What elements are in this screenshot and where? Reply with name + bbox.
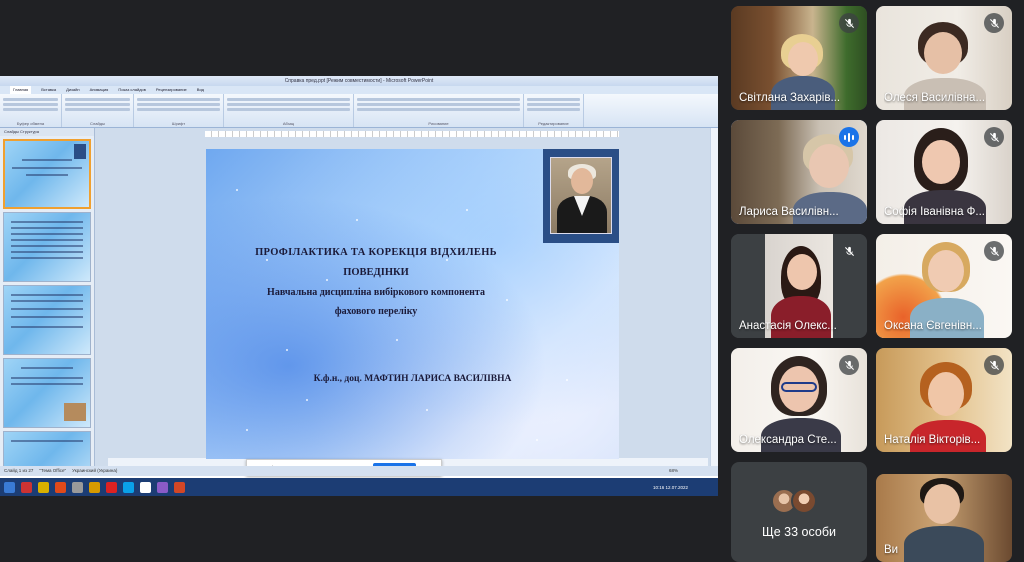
status-language: Украинский (Украина): [72, 468, 118, 473]
ribbon-group-editing[interactable]: Редактирование: [524, 94, 584, 127]
more-participants-avatars: [771, 488, 817, 514]
opera-icon[interactable]: [106, 481, 117, 493]
participant-name: Світлана Захарів...: [739, 92, 841, 104]
author-portrait: [543, 149, 619, 243]
powerpoint-icon[interactable]: [174, 481, 185, 493]
slide-subtitle-line2: фахового переліку: [334, 306, 418, 317]
slide-thumbnail[interactable]: [3, 358, 91, 428]
powerpoint-title-bar: Справка пред.ppt [Режим совместимости] -…: [0, 76, 718, 86]
status-theme: "Тема Office": [39, 468, 67, 473]
self-view-tile[interactable]: Ви: [876, 474, 1012, 562]
powerpoint-status-bar: Слайд 1 из 27 "Тема Office" Украинский (…: [0, 466, 718, 476]
participant-tile[interactable]: Світлана Захарів...: [731, 6, 867, 110]
ribbon-group-clipboard[interactable]: Буфер обмена: [0, 94, 62, 127]
participant-tile[interactable]: Анастасія Олекс...: [731, 234, 867, 338]
mic-muted-icon: [984, 13, 1004, 33]
status-zoom[interactable]: 68%: [669, 466, 718, 476]
slide-author: К.ф.н., доц. МАФТИН ЛАРИСА ВАСИЛІВНА: [313, 374, 512, 384]
ribbon-group-drawing[interactable]: Рисование: [354, 94, 524, 127]
participant-tile[interactable]: Оксана Євгенівн...: [876, 234, 1012, 338]
speaking-indicator-icon: [839, 127, 859, 147]
chrome-icon[interactable]: [140, 481, 151, 493]
mic-muted-icon: [984, 355, 1004, 375]
slide-thumbnail[interactable]: [3, 431, 91, 468]
ribbon-tab[interactable]: Дизайн: [66, 86, 79, 94]
slides-panel: Слайды Структура: [0, 128, 95, 468]
ribbon-group-font[interactable]: Шрифт: [134, 94, 224, 127]
status-slide-count: Слайд 1 из 27: [4, 468, 34, 473]
app-icon[interactable]: [21, 481, 32, 493]
mic-muted-icon: [839, 13, 859, 33]
ribbon-tab[interactable]: Показ слайдов: [118, 86, 146, 94]
taskbar-clock: 10:16 12.07.2022: [652, 484, 688, 490]
ribbon-tab[interactable]: Главная: [10, 86, 32, 94]
glasses: [781, 382, 817, 392]
slide-thumbnail[interactable]: [3, 285, 91, 355]
participant-name: Оксана Євгенівн...: [884, 320, 982, 332]
participant-name: Олеся Василівна...: [884, 92, 986, 104]
ribbon-tabs: Главная Вставка Дизайн Анимация Показ сл…: [0, 86, 718, 94]
viber-icon[interactable]: [157, 481, 168, 493]
slide-thumbnail[interactable]: [3, 139, 91, 209]
app-icon[interactable]: [55, 481, 66, 493]
more-participants-label: Ще 33 особи: [762, 525, 836, 539]
app-icon[interactable]: [38, 481, 49, 493]
mic-muted-icon: [839, 241, 859, 261]
participant-name: Лариса Василівн...: [739, 206, 839, 218]
ribbon: Буфер обмена Слайды Шрифт Абзац Рисовани…: [0, 94, 718, 128]
ribbon-tab[interactable]: Анимация: [90, 86, 109, 94]
more-participants-tile[interactable]: Ще 33 особи: [731, 462, 867, 562]
mic-muted-icon: [984, 127, 1004, 147]
meet-stage: Справка пред.ppt [Режим совместимости] -…: [0, 0, 1024, 562]
ribbon-tab[interactable]: Рецензирование: [156, 86, 187, 94]
avatar: [791, 488, 817, 514]
slide-canvas[interactable]: ПРОФІЛАКТИКА ТА КОРЕКЦІЯ ВІДХИЛЕНЬ ПОВЕД…: [206, 149, 619, 459]
screen-share[interactable]: Справка пред.ppt [Режим совместимости] -…: [0, 76, 718, 496]
slide-title-line2: ПОВЕДІНКИ: [343, 267, 409, 278]
participant-name: Ви: [884, 544, 899, 556]
participant-tile[interactable]: Олександра Сте...: [731, 348, 867, 452]
horizontal-ruler: [205, 131, 619, 137]
skype-icon[interactable]: [123, 481, 134, 493]
mic-muted-icon: [984, 241, 1004, 261]
ribbon-tab[interactable]: Вид: [197, 86, 204, 94]
slide-thumbnail[interactable]: [3, 212, 91, 282]
windows-taskbar: 10:16 12.07.2022: [0, 478, 718, 496]
app-icon[interactable]: [89, 481, 100, 493]
slides-panel-tabs[interactable]: Слайды Структура: [0, 128, 94, 136]
participant-tile[interactable]: Софія Іванівна Ф...: [876, 120, 1012, 224]
participant-tile[interactable]: Олеся Василівна...: [876, 6, 1012, 110]
start-icon[interactable]: [4, 481, 15, 493]
participant-name: Олександра Сте...: [739, 434, 837, 446]
participant-name: Наталія Вікторів...: [884, 434, 981, 446]
ribbon-tab[interactable]: Вставка: [41, 86, 56, 94]
participant-name: Софія Іванівна Ф...: [884, 206, 985, 218]
ribbon-group-slides[interactable]: Слайды: [62, 94, 134, 127]
slide-subtitle-line1: Навчальна дисципліна вибіркового компоне…: [267, 287, 485, 298]
participant-tile[interactable]: Лариса Василівн...: [731, 120, 867, 224]
vertical-scrollbar[interactable]: [710, 128, 718, 468]
ribbon-group-paragraph[interactable]: Абзац: [224, 94, 354, 127]
mic-muted-icon: [839, 355, 859, 375]
participant-name: Анастасія Олекс...: [739, 320, 837, 332]
participant-tile[interactable]: Наталія Вікторів...: [876, 348, 1012, 452]
folder-icon[interactable]: [72, 481, 83, 493]
slide-title-line1: ПРОФІЛАКТИКА ТА КОРЕКЦІЯ ВІДХИЛЕНЬ: [255, 247, 497, 258]
